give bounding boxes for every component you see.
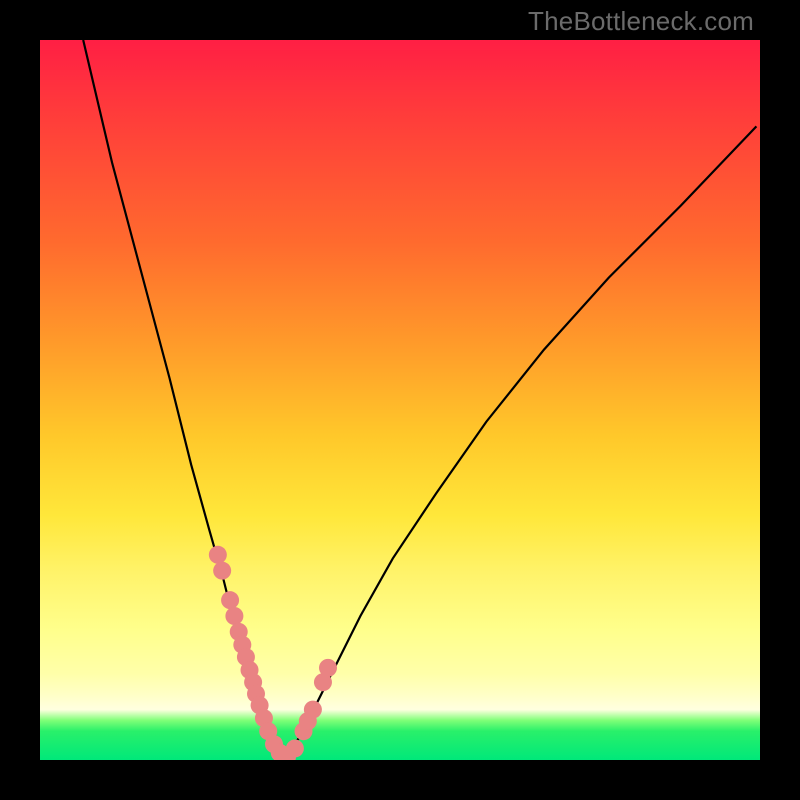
watermark-text: TheBottleneck.com <box>528 6 754 37</box>
plot-gradient-background <box>40 40 760 760</box>
plot-frame <box>40 40 760 760</box>
